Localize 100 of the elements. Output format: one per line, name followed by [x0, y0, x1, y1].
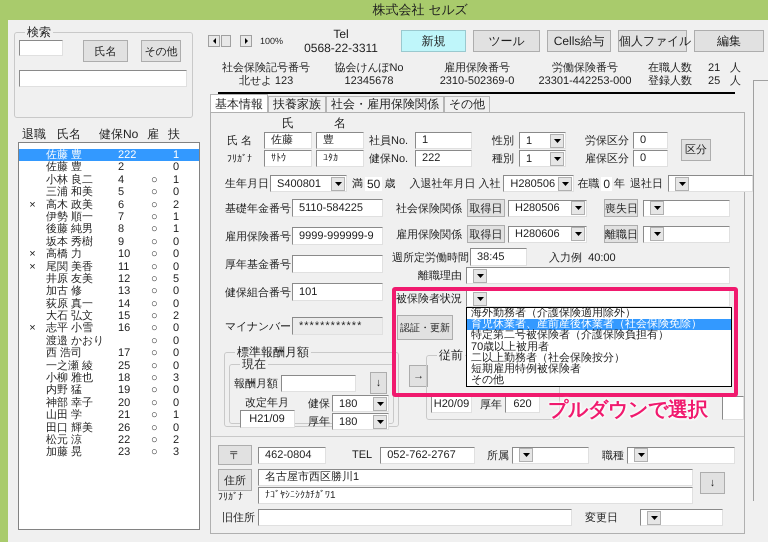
employee-row[interactable]: 松元 涼 22 ○ 2 — [19, 434, 199, 446]
employee-row[interactable]: 田口 輝美 26 ○ 0 — [19, 422, 199, 434]
column-header: 雇 — [147, 128, 160, 141]
employment-insurance-mark: ○ — [151, 186, 158, 198]
loss-date-button[interactable]: 喪失日 — [604, 199, 638, 217]
employee-row[interactable]: × 尾関 美香 11 ○ 0 — [19, 260, 199, 273]
toolbar-button[interactable]: ツール — [473, 30, 540, 52]
employee-row[interactable]: × 志平 小雪 16 ○ 0 — [19, 322, 199, 335]
employment-class-field[interactable]: 0 — [633, 150, 668, 167]
scroll-right-button[interactable] — [240, 35, 252, 47]
postal-code-button[interactable]: 〒 — [218, 445, 252, 465]
search-field[interactable] — [19, 40, 63, 56]
dependents-count: 0 — [173, 322, 180, 335]
employment-insurance-number-field[interactable]: 9999-999999-9 — [292, 227, 383, 245]
pension-number-field[interactable]: 5110-584225 — [292, 199, 383, 217]
employee-row[interactable]: 井原 友美 12 ○ 5 — [19, 272, 199, 286]
down-arrow-button[interactable]: ↓ — [370, 372, 387, 394]
health-insurance-number-field[interactable]: 222 — [415, 150, 472, 167]
employee-name: 田口 輝美 — [46, 422, 94, 434]
dropdown-option[interactable]: その他 — [467, 375, 731, 386]
postal-code-field[interactable]: 462-0804 — [258, 446, 326, 464]
tab[interactable]: 社会・雇用保険関係 — [326, 96, 444, 112]
my-number-field[interactable]: ************ — [292, 317, 383, 335]
address-field[interactable]: 名古屋市西区勝川1 — [258, 469, 693, 486]
employee-row[interactable]: × 高木 政美 6 ○ 2 — [19, 198, 199, 211]
birth-date-dropdown[interactable]: S400801 — [270, 175, 347, 192]
health-union-number-field[interactable]: 101 — [292, 283, 383, 301]
employee-row[interactable]: 三浦 和美 5 ○ 0 — [19, 186, 199, 199]
employment-insurance-mark: ○ — [151, 384, 158, 396]
dropdown-option[interactable]: 海外勤務者（介護保険適用除外） — [467, 308, 731, 320]
field-label: 所属 — [487, 448, 510, 462]
weekly-hours-field[interactable]: 38:45 — [470, 248, 527, 266]
employee-row[interactable]: 山田 学 21 ○ 1 — [19, 409, 199, 422]
phone-field[interactable]: 052-762-2767 — [380, 446, 476, 464]
tenure-label: 在職 — [577, 177, 600, 191]
gender-dropdown[interactable]: 1 — [519, 132, 566, 149]
last-name-field[interactable]: 佐藤 — [264, 132, 312, 149]
dropdown-option[interactable]: 特定第二号被保険者（介護保険負担有） — [467, 330, 731, 342]
hire-date-dropdown[interactable]: H280506 — [503, 175, 574, 192]
employee-row[interactable]: 大石 弘文 15 ○ 2 — [19, 310, 199, 322]
employee-row[interactable]: 一之瀬 綾 25 ○ 0 — [19, 360, 199, 372]
health-grade-dropdown[interactable]: 180 — [332, 395, 389, 412]
employee-row[interactable]: 小林 良二 4 ○ 1 — [19, 174, 199, 186]
dropdown-option[interactable]: 短期雇用特例被保険者 — [467, 364, 731, 376]
employee-row[interactable]: 神部 幸子 20 ○ 0 — [19, 396, 199, 410]
scroll-thumb[interactable] — [221, 35, 231, 47]
tab[interactable]: その他 — [444, 96, 490, 112]
search-results-box[interactable] — [19, 70, 187, 87]
employee-row[interactable]: 加藤 晃 23 ○ 3 — [19, 446, 199, 459]
employee-row[interactable]: 渡邉 かおり ○ 0 — [19, 334, 199, 348]
toolbar-button[interactable]: 新規 — [401, 30, 466, 52]
employee-row[interactable]: 小柳 雅也 18 ○ 3 — [19, 372, 199, 384]
acquisition-date-dropdown[interactable]: H280606 — [508, 226, 587, 242]
pension-grade-dropdown[interactable]: 180 — [332, 413, 389, 430]
monthly-pay-field[interactable] — [281, 374, 356, 392]
field-label: 雇用保険関係 — [395, 228, 463, 242]
toolbar-button[interactable]: Cells給与 — [547, 30, 612, 52]
old-address-field[interactable] — [258, 509, 572, 526]
empty-field[interactable] — [722, 396, 744, 420]
scroll-left-button[interactable] — [208, 35, 220, 47]
other-search-button[interactable]: その他 — [141, 40, 181, 62]
down-arrow-button[interactable]: ↓ — [700, 472, 725, 494]
column-header: 健保No — [99, 128, 140, 141]
acquisition-date-button[interactable]: 取得日 — [467, 199, 505, 217]
dropdown-option[interactable]: 70歳以上被用者 — [467, 342, 731, 353]
labor-class-field[interactable]: 0 — [633, 132, 668, 149]
acquisition-date-dropdown[interactable]: H280506 — [508, 200, 587, 216]
right-arrow-button[interactable]: → — [409, 365, 428, 387]
field-label: 氏 名 — [226, 134, 254, 148]
dropdown-option[interactable]: 二以上勤務者（社会保険按分） — [467, 352, 731, 364]
first-name-kana-field[interactable]: ﾕﾀｶ — [316, 150, 364, 167]
health-insurance-number: 2 — [118, 161, 124, 174]
employee-row[interactable]: 西 浩司 17 ○ 0 — [19, 347, 199, 360]
employee-number-field[interactable]: 1 — [415, 132, 472, 149]
insured-status-dropdown[interactable] — [466, 290, 730, 307]
employee-row[interactable]: 坂本 秀樹 9 ○ 0 — [19, 236, 199, 248]
name-search-button[interactable]: 氏名 — [83, 40, 128, 62]
category-dropdown[interactable]: 1 — [519, 150, 566, 167]
employee-row[interactable]: 佐藤 豊 2 0 — [19, 161, 199, 174]
employee-row[interactable]: 荻原 真一 14 ○ 0 — [19, 298, 199, 310]
employee-row[interactable]: 後藤 純男 8 ○ 1 — [19, 223, 199, 236]
class-button[interactable]: 区分 — [681, 138, 711, 160]
first-name-field[interactable]: 豊 — [316, 132, 364, 149]
employee-row[interactable]: 伊勢 順一 7 ○ 1 — [19, 210, 199, 224]
pension-fund-number-field[interactable] — [292, 255, 383, 273]
revision-month-field[interactable]: H21/09 — [240, 410, 294, 428]
toolbar-button[interactable]: 編集 — [694, 30, 764, 52]
address-button[interactable]: 住所 — [218, 469, 252, 491]
address-kana-field[interactable]: ﾅｺﾞﾔｼﾆｼｸｶﾁｶﾞﾜ1 — [258, 487, 693, 504]
tab[interactable]: 基本情報 — [210, 94, 268, 112]
last-name-kana-field[interactable]: ｻﾄｳ — [264, 150, 312, 167]
separation-date-button[interactable]: 離職日 — [604, 225, 638, 243]
acquisition-date-button[interactable]: 取得日 — [467, 225, 505, 243]
employment-insurance-mark: ○ — [151, 446, 158, 458]
employee-row[interactable]: 内野 猛 19 ○ 0 — [19, 384, 199, 397]
tab[interactable]: 扶養家族 — [268, 96, 326, 112]
age-prefix: 満 — [352, 177, 363, 191]
verify-update-button[interactable]: 認証・更新 — [397, 315, 453, 340]
employee-row[interactable]: 加古 修 13 ○ 0 — [19, 285, 199, 298]
employee-row[interactable]: × 高橋 力 10 ○ 0 — [19, 248, 199, 261]
